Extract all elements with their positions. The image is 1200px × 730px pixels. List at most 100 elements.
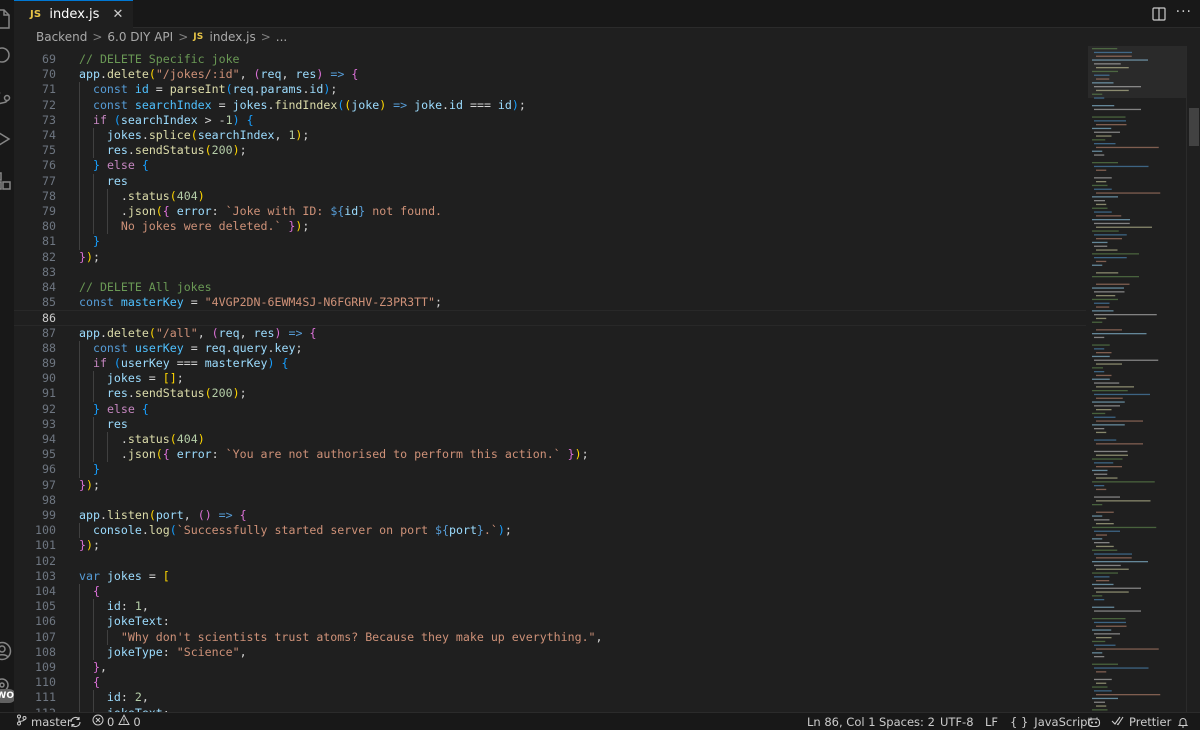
vertical-scrollbar[interactable] bbox=[1186, 46, 1200, 712]
sync-icon[interactable] bbox=[69, 713, 82, 730]
code-line[interactable]: 96 } bbox=[14, 462, 1086, 477]
breadcrumb-separator: > bbox=[260, 30, 271, 44]
code-line[interactable]: 90 jokes = []; bbox=[14, 371, 1086, 386]
code-line[interactable]: 89 if (userKey === masterKey) { bbox=[14, 356, 1086, 371]
search-icon[interactable] bbox=[0, 44, 13, 66]
cursor-position[interactable]: Ln 86, Col 1 bbox=[807, 713, 876, 730]
explorer-icon[interactable] bbox=[0, 8, 13, 30]
minimap-line bbox=[1092, 583, 1114, 586]
code-line[interactable]: 98 bbox=[14, 493, 1086, 508]
indentation-setting[interactable]: Spaces: 2 bbox=[879, 713, 935, 730]
minimap[interactable] bbox=[1088, 46, 1186, 712]
code-line[interactable]: 103 var jokes = [ bbox=[14, 569, 1086, 584]
code-line[interactable]: 106 jokeText: bbox=[14, 614, 1086, 629]
minimap-line bbox=[1096, 705, 1107, 707]
code-line[interactable]: 111 id: 2, bbox=[14, 690, 1086, 705]
code-line[interactable]: 80 No jokes were deleted.` }); bbox=[14, 219, 1086, 234]
breadcrumb-item[interactable]: Backend bbox=[36, 30, 87, 44]
prettier-status[interactable]: Prettier bbox=[1111, 713, 1171, 730]
minimap-line bbox=[1094, 405, 1120, 407]
code-token: masterKey bbox=[204, 356, 268, 370]
minimap-line bbox=[1094, 610, 1141, 612]
code-line[interactable]: 72 const searchIndex = jokes.findIndex((… bbox=[14, 98, 1086, 113]
code-text: if (searchIndex > -1) { bbox=[79, 113, 254, 128]
code-line[interactable]: 108 jokeType: "Science", bbox=[14, 645, 1086, 660]
code-line[interactable]: 88 const userKey = req.query.key; bbox=[14, 341, 1086, 356]
code-token: . bbox=[225, 340, 233, 355]
code-token: { bbox=[141, 158, 149, 173]
code-line[interactable]: 95 .json({ error: `You are not authorise… bbox=[14, 447, 1086, 462]
indent-guide bbox=[79, 584, 80, 600]
code-line[interactable]: 109 }, bbox=[14, 660, 1086, 675]
code-token: ; bbox=[239, 143, 247, 158]
code-line[interactable]: 91 res.sendStatus(200); bbox=[14, 386, 1086, 401]
encoding-setting[interactable]: UTF-8 bbox=[940, 713, 974, 730]
code-line[interactable]: 78 .status(404) bbox=[14, 189, 1086, 204]
copilot-icon[interactable] bbox=[1087, 713, 1101, 730]
code-line[interactable]: 92 } else { bbox=[14, 402, 1086, 417]
code-line[interactable]: 70 app.delete("/jokes/:id", (req, res) =>… bbox=[14, 67, 1086, 82]
code-line[interactable]: 71 const id = parseInt(req.params.id); bbox=[14, 82, 1086, 97]
code-line[interactable]: 76 } else { bbox=[14, 158, 1086, 173]
code-line[interactable]: 102 bbox=[14, 554, 1086, 569]
code-line[interactable]: 94 .status(404) bbox=[14, 432, 1086, 447]
close-icon[interactable]: ✕ bbox=[109, 6, 127, 24]
code-token: var bbox=[79, 568, 100, 583]
code-line[interactable]: 77 res bbox=[14, 174, 1086, 189]
line-number: 77 bbox=[42, 173, 56, 188]
minimap-line bbox=[1094, 86, 1141, 88]
code-token: jokes bbox=[106, 128, 142, 142]
code-line[interactable]: 75 res.sendStatus(200); bbox=[14, 143, 1086, 158]
eol-setting[interactable]: LF bbox=[985, 713, 998, 730]
code-line[interactable]: 74 jokes.splice(searchIndex, 1); bbox=[14, 128, 1086, 143]
code-line[interactable]: 100 console.log(`Successfully started se… bbox=[14, 523, 1086, 538]
code-line[interactable]: 73 if (searchIndex > -1) { bbox=[14, 113, 1086, 128]
code-line[interactable]: 93 res bbox=[14, 417, 1086, 432]
accounts-icon[interactable] bbox=[0, 640, 13, 662]
code-line[interactable]: 97}); bbox=[14, 478, 1086, 493]
minimap-line bbox=[1092, 219, 1130, 221]
code-line[interactable]: 104 { bbox=[14, 584, 1086, 599]
code-line[interactable]: 99 app.listen(port, () => { bbox=[14, 508, 1086, 523]
code-line[interactable]: 81 } bbox=[14, 234, 1086, 249]
minimap-line bbox=[1096, 568, 1129, 570]
breadcrumb-item[interactable]: index.js bbox=[209, 30, 255, 44]
split-editor-icon[interactable] bbox=[1152, 6, 1166, 21]
code-line[interactable]: 83 bbox=[14, 265, 1086, 280]
run-debug-icon[interactable] bbox=[0, 128, 13, 150]
minimap-line bbox=[1094, 63, 1121, 65]
code-line[interactable]: 110 { bbox=[14, 675, 1086, 690]
code-line[interactable]: 105 id: 1, bbox=[14, 599, 1086, 614]
language-mode[interactable]: { } JavaScript bbox=[1010, 713, 1092, 730]
indent-guide bbox=[93, 173, 94, 189]
code-token: jokes bbox=[232, 97, 268, 112]
code-text: "Why don't scientists trust atoms? Becau… bbox=[79, 630, 603, 645]
extensions-icon[interactable] bbox=[0, 170, 13, 192]
code-line[interactable]: 85 const masterKey = "4VGP2DN-6EWM4SJ-N6F… bbox=[14, 295, 1086, 310]
breadcrumb-item[interactable]: 6.0 DIY API bbox=[107, 30, 173, 44]
line-number: 70 bbox=[42, 67, 56, 82]
minimap-line bbox=[1096, 67, 1129, 69]
indent-guide bbox=[79, 447, 80, 463]
branch-indicator[interactable]: master bbox=[16, 713, 72, 730]
code-line[interactable]: 84 // DELETE All jokes bbox=[14, 280, 1086, 295]
source-control-icon[interactable] bbox=[0, 88, 13, 110]
code-line[interactable]: 107 "Why don't scientists trust atoms? B… bbox=[14, 630, 1086, 645]
code-line[interactable]: 79 .json({ error: `Joke with ID: ${id} n… bbox=[14, 204, 1086, 219]
line-number: 71 bbox=[42, 82, 56, 97]
code-token: query bbox=[232, 340, 268, 355]
minimap-line bbox=[1092, 184, 1108, 187]
more-actions-icon[interactable]: ··· bbox=[1176, 4, 1192, 20]
code-editor[interactable]: 69// DELETE Specific joke 70 app.delete("/… bbox=[14, 46, 1086, 712]
breadcrumb-item[interactable]: ... bbox=[276, 30, 287, 44]
tab-index-js[interactable]: JS index.js ✕ bbox=[14, 0, 133, 28]
scrollbar-thumb[interactable] bbox=[1189, 108, 1199, 146]
code-line[interactable]: 87 app.delete("/all", (req, res) => { bbox=[14, 326, 1086, 341]
notifications-icon[interactable] bbox=[1177, 713, 1189, 730]
code-line[interactable]: 86 bbox=[14, 310, 1086, 326]
code-line[interactable]: 82}); bbox=[14, 250, 1086, 265]
code-line[interactable]: 101}); bbox=[14, 538, 1086, 553]
code-line[interactable]: 69 // DELETE Specific joke bbox=[14, 52, 1086, 67]
problems-indicator[interactable]: 0 0 bbox=[92, 713, 141, 730]
